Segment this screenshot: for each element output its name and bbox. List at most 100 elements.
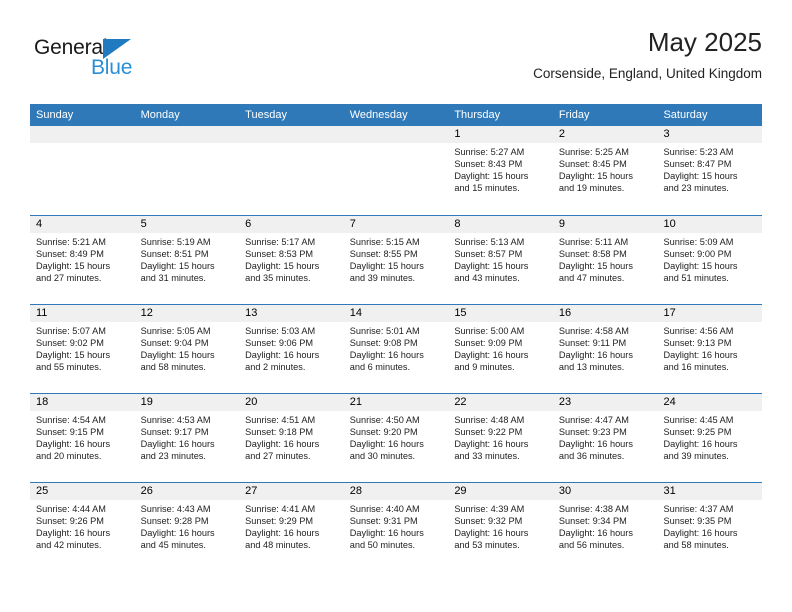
sunset-text: Sunset: 9:35 PM (663, 516, 732, 527)
day-number: 7 (343, 216, 449, 233)
page-subtitle: Corsenside, England, United Kingdom (533, 66, 762, 81)
daylight-text-line1: Daylight: 15 hours (558, 261, 633, 272)
calendar-day-cell[interactable]: 1 Sunrise: 5:27 AM Sunset: 8:43 PM Daylight… (448, 126, 553, 215)
calendar-day-cell[interactable]: 27 Sunrise: 4:41 AM Sunset: 9:29 PM Dayligh… (239, 483, 344, 571)
day-details: Sunrise: 5:03 AM Sunset: 9:06 PM Daylight:… (239, 322, 344, 373)
daylight-text-line1: Daylight: 15 hours (140, 261, 215, 272)
calendar-day-cell[interactable]: 11 Sunrise: 5:07 AM Sunset: 9:02 PM Dayligh… (30, 305, 135, 393)
sunrise-text: Sunrise: 4:50 AM (349, 415, 420, 425)
sunset-text: Sunset: 8:55 PM (349, 249, 418, 260)
daylight-text-line1: Daylight: 15 hours (558, 171, 633, 182)
day-details: Sunrise: 4:37 AM Sunset: 9:35 PM Daylight:… (657, 500, 762, 551)
weekday-header-row: Sunday Monday Tuesday Wednesday Thursday… (30, 104, 762, 126)
calendar-day-cell-empty (134, 126, 240, 215)
day-details: Sunrise: 5:19 AM Sunset: 8:51 PM Daylight:… (135, 233, 240, 284)
day-number: 22 (448, 394, 553, 411)
calendar-day-cell[interactable]: 24 Sunrise: 4:45 AM Sunset: 9:25 PM Dayligh… (657, 394, 763, 482)
daylight-text-line1: Daylight: 16 hours (558, 350, 633, 361)
daylight-text-line1: Daylight: 16 hours (349, 439, 424, 450)
calendar-day-cell[interactable]: 13 Sunrise: 5:03 AM Sunset: 9:06 PM Dayligh… (239, 305, 344, 393)
calendar-day-cell[interactable]: 30 Sunrise: 4:38 AM Sunset: 9:34 PM Dayligh… (552, 483, 658, 571)
sunset-text: Sunset: 9:13 PM (663, 338, 732, 349)
calendar-week-row: 18 Sunrise: 4:54 AM Sunset: 9:15 PM Dayligh… (30, 393, 763, 482)
calendar-day-cell[interactable]: 9 Sunrise: 5:11 AM Sunset: 8:58 PM Daylight… (552, 216, 658, 304)
sunset-text: Sunset: 9:20 PM (349, 427, 418, 438)
daylight-text-line1: Daylight: 16 hours (140, 528, 215, 539)
daylight-text-line1: Daylight: 15 hours (36, 350, 111, 361)
day-number: 5 (134, 216, 240, 233)
calendar-day-cell[interactable]: 26 Sunrise: 4:43 AM Sunset: 9:28 PM Dayligh… (134, 483, 240, 571)
calendar-day-cell[interactable]: 7 Sunrise: 5:15 AM Sunset: 8:55 PM Daylight… (343, 216, 449, 304)
day-number: 26 (134, 483, 240, 500)
daylight-text-line2: and 16 minutes. (663, 362, 729, 373)
calendar-day-cell[interactable]: 25 Sunrise: 4:44 AM Sunset: 9:26 PM Dayligh… (30, 483, 135, 571)
daylight-text-line1: Daylight: 16 hours (558, 528, 633, 539)
day-number (134, 126, 240, 143)
sunrise-text: Sunrise: 4:54 AM (36, 415, 106, 425)
calendar-day-cell[interactable]: 20 Sunrise: 4:51 AM Sunset: 9:18 PM Dayligh… (239, 394, 344, 482)
sunrise-text: Sunrise: 4:44 AM (36, 504, 106, 514)
day-details: Sunrise: 5:11 AM Sunset: 8:58 PM Daylight:… (553, 233, 658, 284)
day-details: Sunrise: 5:07 AM Sunset: 9:02 PM Daylight:… (30, 322, 135, 373)
day-number: 23 (552, 394, 658, 411)
calendar-day-cell[interactable]: 17 Sunrise: 4:56 AM Sunset: 9:13 PM Dayligh… (657, 305, 763, 393)
sunset-text: Sunset: 9:02 PM (36, 338, 104, 349)
sunset-text: Sunset: 8:49 PM (36, 249, 104, 260)
daylight-text-line2: and 51 minutes. (663, 273, 729, 284)
day-number (343, 126, 449, 143)
calendar-day-cell[interactable]: 6 Sunrise: 5:17 AM Sunset: 8:53 PM Daylight… (239, 216, 344, 304)
daylight-text-line2: and 30 minutes. (349, 451, 416, 462)
calendar-day-cell[interactable]: 23 Sunrise: 4:47 AM Sunset: 9:23 PM Dayligh… (552, 394, 658, 482)
daylight-text-line1: Daylight: 16 hours (245, 439, 320, 450)
calendar-day-cell[interactable]: 19 Sunrise: 4:53 AM Sunset: 9:17 PM Dayligh… (134, 394, 240, 482)
calendar-day-cell[interactable]: 5 Sunrise: 5:19 AM Sunset: 8:51 PM Daylight… (134, 216, 240, 304)
day-details: Sunrise: 4:50 AM Sunset: 9:20 PM Daylight:… (344, 411, 449, 462)
daylight-text-line2: and 23 minutes. (140, 451, 206, 462)
general-blue-logo[interactable]: General Blue (34, 36, 214, 90)
calendar-day-cell[interactable]: 10 Sunrise: 5:09 AM Sunset: 9:00 PM Dayligh… (657, 216, 763, 304)
sunset-text: Sunset: 9:28 PM (140, 516, 209, 527)
day-number: 1 (448, 126, 553, 143)
sunrise-text: Sunrise: 4:41 AM (245, 504, 316, 514)
day-number: 24 (657, 394, 763, 411)
calendar-day-cell[interactable]: 15 Sunrise: 5:00 AM Sunset: 9:09 PM Dayligh… (448, 305, 553, 393)
sunrise-text: Sunrise: 4:47 AM (558, 415, 629, 425)
calendar-day-cell[interactable]: 29 Sunrise: 4:39 AM Sunset: 9:32 PM Dayligh… (448, 483, 553, 571)
sunset-text: Sunset: 9:22 PM (454, 427, 523, 438)
day-number: 14 (343, 305, 449, 322)
calendar-day-cell[interactable]: 3 Sunrise: 5:23 AM Sunset: 8:47 PM Daylight… (657, 126, 763, 215)
sunrise-text: Sunrise: 4:51 AM (245, 415, 316, 425)
sunrise-text: Sunrise: 4:40 AM (349, 504, 420, 514)
day-number: 21 (343, 394, 449, 411)
sunrise-text: Sunrise: 5:09 AM (663, 237, 734, 247)
daylight-text-line2: and 23 minutes. (663, 183, 729, 194)
daylight-text-line2: and 56 minutes. (558, 540, 625, 551)
calendar-day-cell[interactable]: 14 Sunrise: 5:01 AM Sunset: 9:08 PM Dayligh… (343, 305, 449, 393)
day-number: 29 (448, 483, 553, 500)
calendar-day-cell[interactable]: 18 Sunrise: 4:54 AM Sunset: 9:15 PM Dayligh… (30, 394, 135, 482)
daylight-text-line2: and 42 minutes. (36, 540, 102, 551)
calendar-day-cell[interactable]: 4 Sunrise: 5:21 AM Sunset: 8:49 PM Daylight… (30, 216, 135, 304)
weekday-header-sunday: Sunday (36, 109, 74, 121)
sunset-text: Sunset: 9:29 PM (245, 516, 314, 527)
calendar-day-cell-empty (30, 126, 135, 215)
daylight-text-line2: and 27 minutes. (36, 273, 102, 284)
calendar-day-cell[interactable]: 22 Sunrise: 4:48 AM Sunset: 9:22 PM Dayligh… (448, 394, 553, 482)
calendar-day-cell[interactable]: 31 Sunrise: 4:37 AM Sunset: 9:35 PM Dayligh… (657, 483, 763, 571)
calendar-day-cell[interactable]: 2 Sunrise: 5:25 AM Sunset: 8:45 PM Daylight… (552, 126, 658, 215)
calendar-day-cell[interactable]: 28 Sunrise: 4:40 AM Sunset: 9:31 PM Dayligh… (343, 483, 449, 571)
daylight-text-line2: and 31 minutes. (140, 273, 206, 284)
daylight-text-line1: Daylight: 16 hours (245, 528, 320, 539)
calendar-day-cell[interactable]: 8 Sunrise: 5:13 AM Sunset: 8:57 PM Daylight… (448, 216, 553, 304)
day-details: Sunrise: 5:21 AM Sunset: 8:49 PM Daylight:… (30, 233, 135, 284)
calendar-day-cell[interactable]: 16 Sunrise: 4:58 AM Sunset: 9:11 PM Dayligh… (552, 305, 658, 393)
daylight-text-line1: Daylight: 15 hours (140, 350, 215, 361)
day-number (30, 126, 135, 143)
calendar-week-row: 25 Sunrise: 4:44 AM Sunset: 9:26 PM Dayligh… (30, 482, 763, 571)
daylight-text-line1: Daylight: 16 hours (663, 350, 738, 361)
calendar-day-cell[interactable]: 21 Sunrise: 4:50 AM Sunset: 9:20 PM Dayligh… (343, 394, 449, 482)
day-number: 9 (552, 216, 658, 233)
sunset-text: Sunset: 8:45 PM (558, 159, 627, 170)
calendar-day-cell[interactable]: 12 Sunrise: 5:05 AM Sunset: 9:04 PM Dayligh… (134, 305, 240, 393)
daylight-text-line1: Daylight: 16 hours (454, 350, 529, 361)
